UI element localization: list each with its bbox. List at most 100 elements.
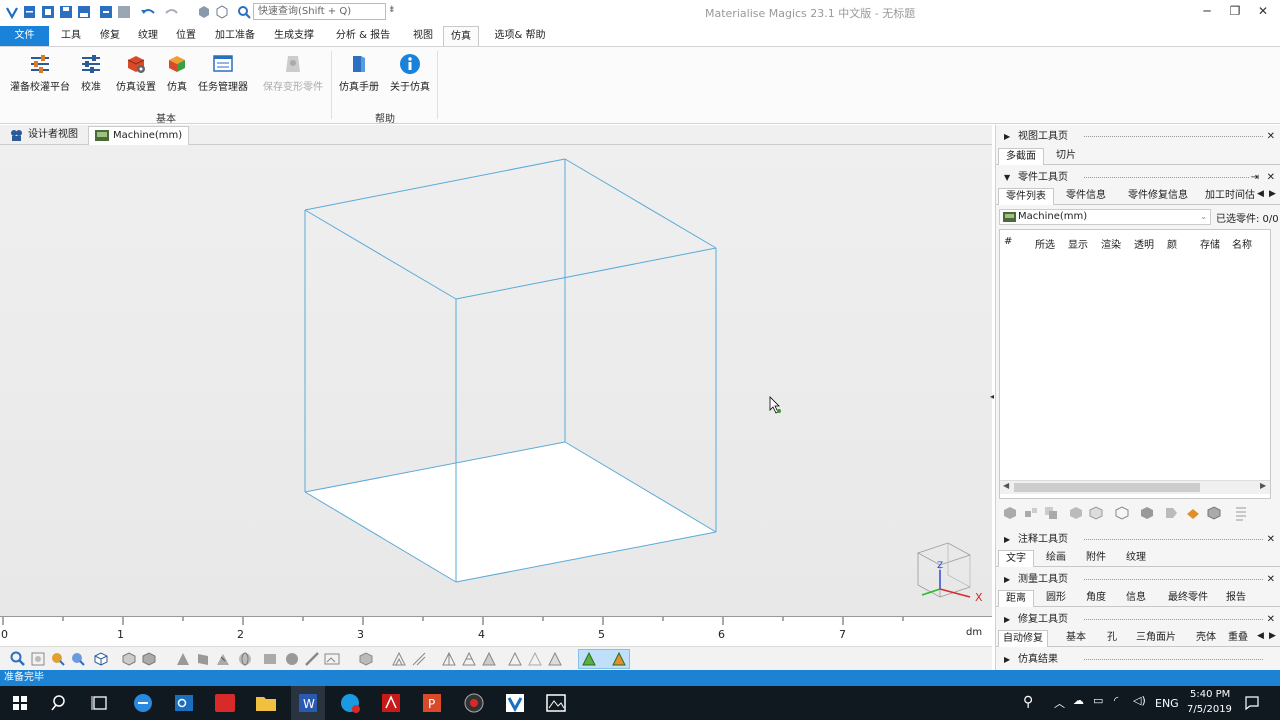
axis-gizmo[interactable]: Z X — [917, 542, 983, 604]
minimize-button[interactable]: ─ — [1197, 3, 1217, 19]
cube-wire-icon[interactable] — [214, 4, 229, 19]
tab-build-time[interactable]: 加工时间估 — [1202, 188, 1258, 205]
tab-part-info[interactable]: 零件信息 — [1058, 188, 1114, 205]
part-toolbar-header[interactable]: ▼ 零件工具页 ⇥ ✕ — [996, 169, 1280, 187]
part-box-icon[interactable] — [1206, 505, 1222, 521]
mesh-fill-icon[interactable] — [481, 651, 497, 667]
col-header[interactable]: 存储 — [1200, 236, 1220, 251]
search-icon[interactable] — [48, 691, 72, 715]
part-view-icon[interactable] — [358, 651, 374, 667]
tab-simulation[interactable]: 仿真 — [443, 26, 479, 46]
notifications-icon[interactable] — [1244, 695, 1260, 711]
tab-position[interactable]: 位置 — [168, 26, 204, 46]
part-shade-icon[interactable] — [1139, 505, 1155, 521]
panel-splitter-handle[interactable]: ◂ — [990, 392, 994, 401]
task-manager-button[interactable]: 任务管理器 — [196, 53, 250, 97]
fix-toolbar-header[interactable]: ▶ 修复工具页 ✕ — [996, 611, 1280, 629]
save-icon[interactable] — [58, 4, 73, 19]
render-shaded-icon[interactable] — [284, 651, 300, 667]
tab-draw[interactable]: 绘画 — [1040, 550, 1072, 567]
restore-button[interactable]: ❐ — [1225, 3, 1245, 19]
tri-outline-icon[interactable] — [507, 651, 523, 667]
tab-part-list[interactable]: 零件列表 — [998, 188, 1054, 205]
photos-icon[interactable] — [544, 691, 568, 715]
tri-gray-icon[interactable] — [547, 651, 563, 667]
mesh-icon[interactable] — [461, 651, 477, 667]
col-header[interactable]: 颜 — [1167, 236, 1177, 251]
outlook-icon[interactable] — [172, 691, 196, 715]
clock-date[interactable]: 7/5/2019 — [1187, 704, 1232, 715]
col-header[interactable]: 显示 — [1068, 236, 1088, 251]
render-triangle-color-icon[interactable] — [581, 651, 597, 667]
machine-select[interactable]: Machine(mm) ⌄ — [999, 209, 1211, 225]
view-front-icon[interactable] — [121, 651, 137, 667]
part-move-icon[interactable] — [1023, 505, 1039, 521]
part-wire-icon[interactable] — [1114, 505, 1130, 521]
task-view-icon[interactable] — [88, 691, 112, 715]
tab-final-part[interactable]: 最终零件 — [1160, 590, 1216, 607]
part-copy-icon[interactable] — [1043, 505, 1059, 521]
tab-attachment[interactable]: 附件 — [1080, 550, 1112, 567]
tab-scroll-right-icon[interactable]: ▶ — [1269, 631, 1276, 641]
edge-browser-icon[interactable] — [131, 691, 155, 715]
part-group-icon[interactable] — [1068, 505, 1084, 521]
calibrate-platform-button[interactable]: 灌备校灌平台 — [8, 53, 72, 97]
tab-options-help[interactable]: 选项& 帮助 — [485, 26, 555, 46]
tab-texture[interactable]: 纹理 — [1120, 550, 1152, 567]
tab-slice[interactable]: 切片 — [1046, 148, 1086, 165]
parts-list-table[interactable]: # 所选 显示 渲染 透明 颜 存储 名称 ◀ ▶ — [999, 229, 1271, 499]
sim-manual-button[interactable]: 仿真手册 — [337, 53, 381, 97]
sim-results-header[interactable]: ▶ 仿真结果 — [996, 651, 1280, 669]
tab-text[interactable]: 文字 — [998, 550, 1034, 567]
language-indicator[interactable]: ENG — [1155, 697, 1179, 710]
tray-chevron-icon[interactable]: ︿ — [1054, 695, 1065, 711]
tab-hole[interactable]: 孔 — [1102, 630, 1122, 647]
tab-scroll-left-icon[interactable]: ◀ — [1257, 189, 1264, 199]
qa-customize-icon[interactable]: ⇟ — [388, 5, 396, 15]
app-logo-icon[interactable] — [4, 4, 19, 19]
search-icon[interactable] — [236, 4, 251, 19]
tab-scroll-right-icon[interactable]: ▶ — [1269, 189, 1276, 199]
tab-part-fix-info[interactable]: 零件修复信息 — [1120, 188, 1196, 205]
tab-multi-section[interactable]: 多截面 — [998, 148, 1044, 165]
zoom-window-icon[interactable] — [30, 651, 46, 667]
undo-icon[interactable] — [140, 4, 155, 19]
view-right-icon[interactable] — [195, 651, 211, 667]
redo-icon[interactable] — [164, 4, 179, 19]
quick-search-input[interactable]: 快速查询(Shift + Q) — [253, 3, 386, 20]
horizontal-scrollbar[interactable]: ◀ ▶ — [1000, 480, 1270, 494]
wifi-icon[interactable]: ◜ — [1114, 694, 1118, 707]
new-file-icon[interactable] — [22, 4, 37, 19]
tab-texture[interactable]: 纹理 — [130, 26, 166, 46]
wire-icon[interactable] — [441, 651, 457, 667]
tab-build-prep[interactable]: 加工准备 — [208, 26, 262, 46]
view-left-icon[interactable] — [175, 651, 191, 667]
part-add-icon[interactable] — [1002, 505, 1018, 521]
skype-icon[interactable] — [338, 691, 362, 715]
zoom-icon[interactable] — [10, 651, 26, 667]
tab-angle[interactable]: 角度 — [1080, 590, 1112, 607]
measure-toolbar-header[interactable]: ▶ 测量工具页 ✕ — [996, 571, 1280, 589]
col-header[interactable]: # — [1004, 236, 1012, 247]
file-explorer-icon[interactable] — [254, 691, 278, 715]
tab-overlap[interactable]: 重叠 — [1224, 630, 1252, 647]
sim-settings-button[interactable]: 仿真设置 — [114, 53, 158, 97]
part-ungroup-icon[interactable] — [1088, 505, 1104, 521]
part-list-icon[interactable] — [1233, 505, 1249, 521]
part-color-icon[interactable] — [1185, 505, 1201, 521]
magics-app-icon[interactable] — [503, 691, 527, 715]
render-box-icon[interactable] — [262, 651, 278, 667]
col-header[interactable]: 名称 — [1232, 236, 1252, 251]
col-header[interactable]: 透明 — [1134, 236, 1154, 251]
tab-analysis[interactable]: 分析 & 报告 — [328, 26, 398, 46]
part-tag-icon[interactable] — [1163, 505, 1179, 521]
view-toolbar-header[interactable]: ▶ 视图工具页 ✕ — [996, 128, 1280, 146]
edge-icon[interactable] — [411, 651, 427, 667]
screen-recorder-icon[interactable] — [462, 691, 486, 715]
zoom-all-icon[interactable] — [70, 651, 86, 667]
tab-tools[interactable]: 工具 — [53, 26, 89, 46]
col-header[interactable]: 所选 — [1035, 236, 1055, 251]
tab-view[interactable]: 视图 — [405, 26, 441, 46]
col-header[interactable]: 渲染 — [1101, 236, 1121, 251]
view-sphere-icon[interactable] — [237, 651, 253, 667]
